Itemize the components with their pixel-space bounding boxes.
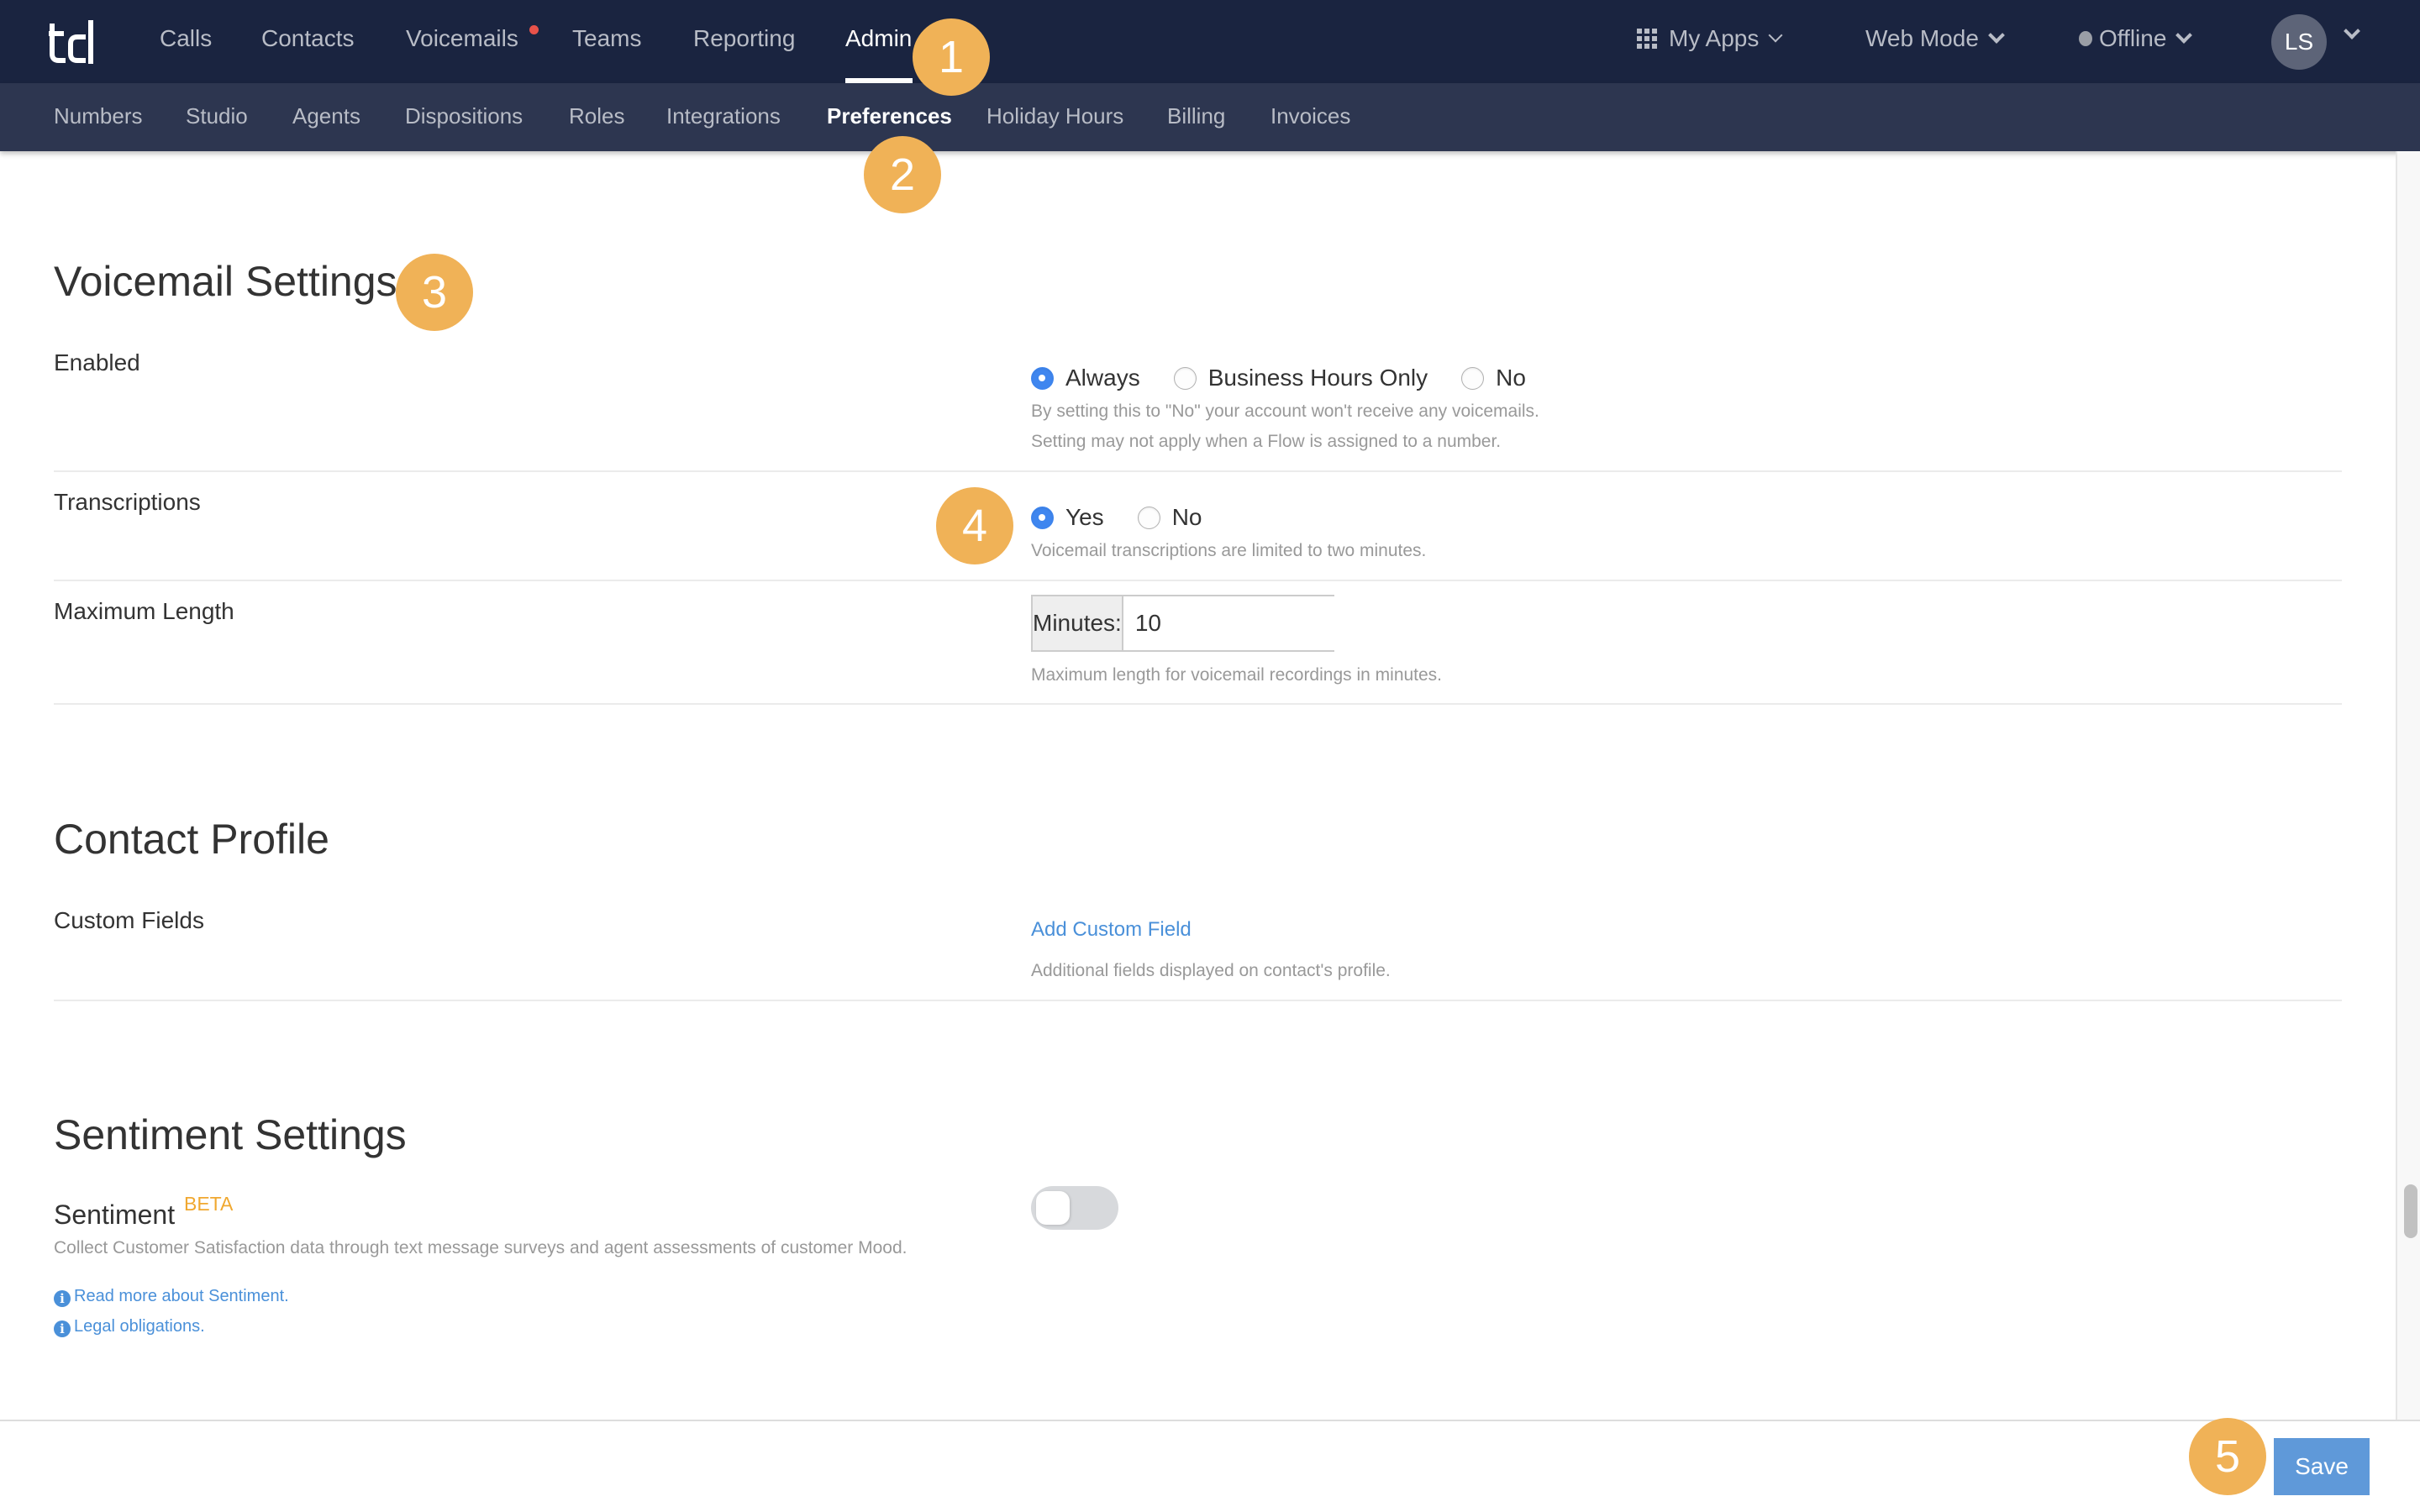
divider: [54, 470, 2342, 472]
avatar[interactable]: LS: [2271, 14, 2327, 70]
transcriptions-option-no[interactable]: No: [1137, 504, 1202, 531]
transcriptions-label: Transcriptions: [54, 489, 201, 515]
sentiment-toggle[interactable]: [1031, 1186, 1118, 1230]
avatar-initials: LS: [2284, 29, 2314, 55]
sentiment-settings-title: Sentiment Settings: [54, 1111, 407, 1158]
status-menu[interactable]: Offline: [2079, 25, 2193, 52]
enabled-label: Enabled: [54, 349, 140, 375]
radio-checked-icon: [1031, 366, 1054, 390]
option-label: No: [1496, 365, 1526, 391]
option-label: Always: [1065, 365, 1140, 391]
nav-contacts[interactable]: Contacts: [261, 25, 355, 52]
logo-icon[interactable]: [49, 18, 97, 66]
maximum-length-help: Maximum length for voicemail recordings …: [1031, 665, 1443, 685]
minutes-addon: Minutes:: [1033, 596, 1123, 650]
enabled-help-1: By setting this to "No" your account won…: [1031, 402, 1539, 421]
maximum-length-input-group: Minutes:: [1031, 595, 1439, 652]
link-text: Legal obligations.: [74, 1317, 205, 1336]
divider: [54, 580, 2342, 581]
enabled-option-business-hours[interactable]: Business Hours Only: [1173, 365, 1428, 391]
top-nav: Calls Contacts Voicemails Teams Reportin…: [0, 0, 2420, 83]
status-label: Offline: [2099, 25, 2167, 51]
subnav-studio[interactable]: Studio: [186, 103, 248, 129]
maximum-length-input[interactable]: [1123, 596, 1439, 650]
annotation-badge-4: 4: [936, 487, 1013, 564]
sentiment-description: Collect Customer Satisfaction data throu…: [54, 1238, 908, 1257]
status-dot-icon: [2079, 31, 2092, 46]
option-label: Business Hours Only: [1207, 365, 1428, 391]
option-label: No: [1171, 504, 1202, 530]
legal-obligations-link[interactable]: i Legal obligations.: [54, 1317, 205, 1337]
annotation-badge-5: 5: [2189, 1418, 2266, 1495]
subnav-holiday-hours[interactable]: Holiday Hours: [986, 103, 1123, 129]
divider: [54, 703, 2342, 705]
footer-bar: [0, 1420, 2420, 1512]
my-apps-label: My Apps: [1669, 25, 1760, 51]
chevron-down-icon: [1768, 28, 1783, 43]
radio-checked-icon: [1031, 506, 1054, 529]
my-apps-menu[interactable]: My Apps: [1637, 25, 1783, 52]
sentiment-label: Sentiment: [54, 1200, 176, 1230]
chevron-down-icon: [2175, 27, 2193, 44]
transcriptions-help: Voicemail transcriptions are limited to …: [1031, 541, 1427, 560]
save-button[interactable]: Save: [2274, 1438, 2370, 1495]
subnav-roles[interactable]: Roles: [569, 103, 624, 129]
subnav-agents[interactable]: Agents: [292, 103, 360, 129]
transcriptions-radio-group: Yes No: [1031, 504, 1235, 531]
add-custom-field-link[interactable]: Add Custom Field: [1031, 918, 1192, 942]
annotation-badge-2: 2: [864, 136, 941, 213]
subnav-billing[interactable]: Billing: [1167, 103, 1225, 129]
contact-profile-title: Contact Profile: [54, 816, 329, 863]
annotation-badge-3: 3: [396, 254, 473, 331]
info-icon: i: [54, 1320, 71, 1337]
transcriptions-option-yes[interactable]: Yes: [1031, 504, 1104, 531]
web-mode-menu[interactable]: Web Mode: [1865, 25, 2005, 52]
nav-voicemails[interactable]: Voicemails: [406, 25, 518, 52]
radio-unchecked-icon: [1173, 366, 1197, 390]
user-menu-chevron-icon[interactable]: [2344, 23, 2360, 39]
chevron-down-icon: [1987, 27, 2005, 44]
subnav-preferences[interactable]: Preferences: [827, 103, 952, 129]
enabled-option-always[interactable]: Always: [1031, 365, 1140, 391]
read-more-sentiment-link[interactable]: i Read more about Sentiment.: [54, 1287, 289, 1307]
voicemail-notification-dot: [529, 25, 539, 34]
subnav-numbers[interactable]: Numbers: [54, 103, 142, 129]
apps-grid-icon: [1637, 29, 1657, 49]
info-icon: i: [54, 1290, 71, 1307]
toggle-knob: [1036, 1191, 1070, 1225]
radio-unchecked-icon: [1461, 366, 1485, 390]
scrollbar-thumb[interactable]: [2404, 1184, 2417, 1238]
subnav-dispositions[interactable]: Dispositions: [405, 103, 523, 129]
web-mode-label: Web Mode: [1865, 25, 1979, 51]
enabled-radio-group: Always Business Hours Only No: [1031, 365, 1560, 391]
voicemail-settings-title: Voicemail Settings: [54, 258, 397, 305]
nav-admin[interactable]: Admin: [845, 25, 912, 52]
admin-subnav: Numbers Studio Agents Dispositions Roles…: [0, 83, 2420, 151]
nav-reporting[interactable]: Reporting: [693, 25, 795, 52]
enabled-help-2: Setting may not apply when a Flow is ass…: [1031, 432, 1502, 451]
custom-fields-help: Additional fields displayed on contact's…: [1031, 961, 1391, 980]
radio-unchecked-icon: [1137, 506, 1160, 529]
subnav-invoices[interactable]: Invoices: [1270, 103, 1350, 129]
beta-badge: BETA: [184, 1193, 234, 1215]
maximum-length-label: Maximum Length: [54, 598, 234, 624]
nav-teams[interactable]: Teams: [572, 25, 641, 52]
scrollbar-track[interactable]: [2396, 151, 2420, 1420]
enabled-option-no[interactable]: No: [1461, 365, 1526, 391]
option-label: Yes: [1065, 504, 1104, 530]
annotation-badge-1: 1: [913, 18, 990, 96]
link-text: Read more about Sentiment.: [74, 1287, 289, 1305]
custom-fields-label: Custom Fields: [54, 907, 204, 933]
subnav-integrations[interactable]: Integrations: [666, 103, 781, 129]
divider: [54, 1000, 2342, 1001]
nav-calls[interactable]: Calls: [160, 25, 212, 52]
